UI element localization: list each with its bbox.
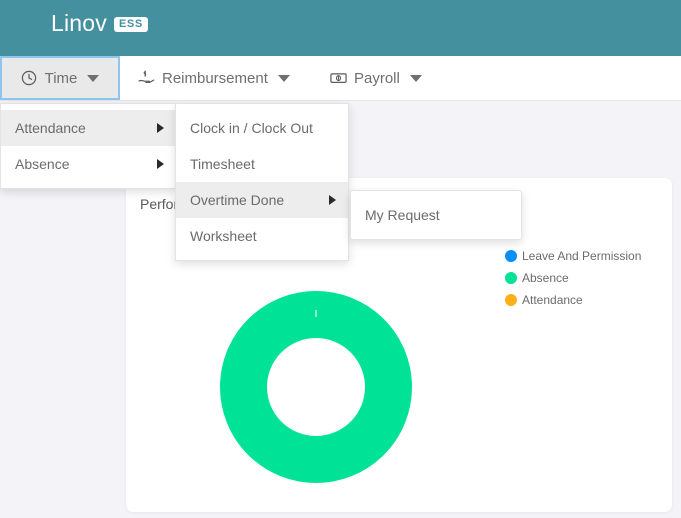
nav-item-time[interactable]: Time <box>0 56 120 100</box>
nav-item-label: Reimbursement <box>162 69 268 87</box>
brand-badge: ESS <box>113 16 148 33</box>
nav-item-label: Payroll <box>354 69 400 87</box>
nav-item-payroll[interactable]: Payroll <box>316 56 436 100</box>
menu-item-label: Attendance <box>15 120 86 136</box>
chevron-right-icon <box>329 195 336 205</box>
menu-item-overtime-done[interactable]: Overtime Done <box>176 182 348 218</box>
menu-item-label: Clock in / Clock Out <box>190 120 313 136</box>
overtime-done-submenu: My Request <box>350 190 522 240</box>
menu-item-label: Timesheet <box>190 156 255 172</box>
menu-item-attendance[interactable]: Attendance <box>1 110 176 146</box>
chevron-down-icon <box>87 74 100 82</box>
donut-chart <box>190 261 442 512</box>
donut-chart-svg <box>220 291 412 483</box>
clock-icon <box>21 70 38 87</box>
donut-slice-absence[interactable] <box>220 291 412 483</box>
brand-name: Linov <box>51 10 107 36</box>
chevron-right-icon <box>157 123 164 133</box>
legend-color-swatch <box>505 272 517 284</box>
menu-item-label: My Request <box>365 207 440 223</box>
nav-item-reimbursement[interactable]: Reimbursement <box>124 56 304 100</box>
menu-item-clock-in-clock-out[interactable]: Clock in / Clock Out <box>176 110 348 146</box>
chart-legend: Leave And Permission Absence Attendance <box>505 249 641 307</box>
chevron-down-icon <box>277 74 290 82</box>
nav-item-label: Time <box>44 69 78 87</box>
banknote-icon <box>330 70 347 87</box>
menu-item-label: Absence <box>15 156 70 172</box>
legend-item-leave-and-permission[interactable]: Leave And Permission <box>505 249 641 263</box>
legend-label: Attendance <box>522 293 583 307</box>
legend-item-absence[interactable]: Absence <box>505 271 641 285</box>
legend-label: Leave And Permission <box>522 249 642 263</box>
legend-item-attendance[interactable]: Attendance <box>505 293 641 307</box>
legend-label: Absence <box>522 271 569 285</box>
legend-color-swatch <box>505 250 517 262</box>
menu-item-worksheet[interactable]: Worksheet <box>176 218 348 254</box>
menu-item-absence[interactable]: Absence <box>1 146 176 182</box>
menu-item-timesheet[interactable]: Timesheet <box>176 146 348 182</box>
time-dropdown-menu: Attendance Absence <box>0 103 177 189</box>
app-header: Linov ESS <box>0 0 681 56</box>
attendance-submenu: Clock in / Clock Out Timesheet Overtime … <box>175 103 349 261</box>
chevron-right-icon <box>157 159 164 169</box>
menu-item-label: Worksheet <box>190 228 257 244</box>
main-navbar: Time Reimbursement Payroll <box>0 56 681 101</box>
menu-item-label: Overtime Done <box>190 192 285 208</box>
menu-item-my-request[interactable]: My Request <box>351 197 521 233</box>
chevron-down-icon <box>409 74 422 82</box>
legend-color-swatch <box>505 294 517 306</box>
hand-money-icon <box>138 70 155 87</box>
brand-logo[interactable]: Linov ESS <box>51 12 148 35</box>
